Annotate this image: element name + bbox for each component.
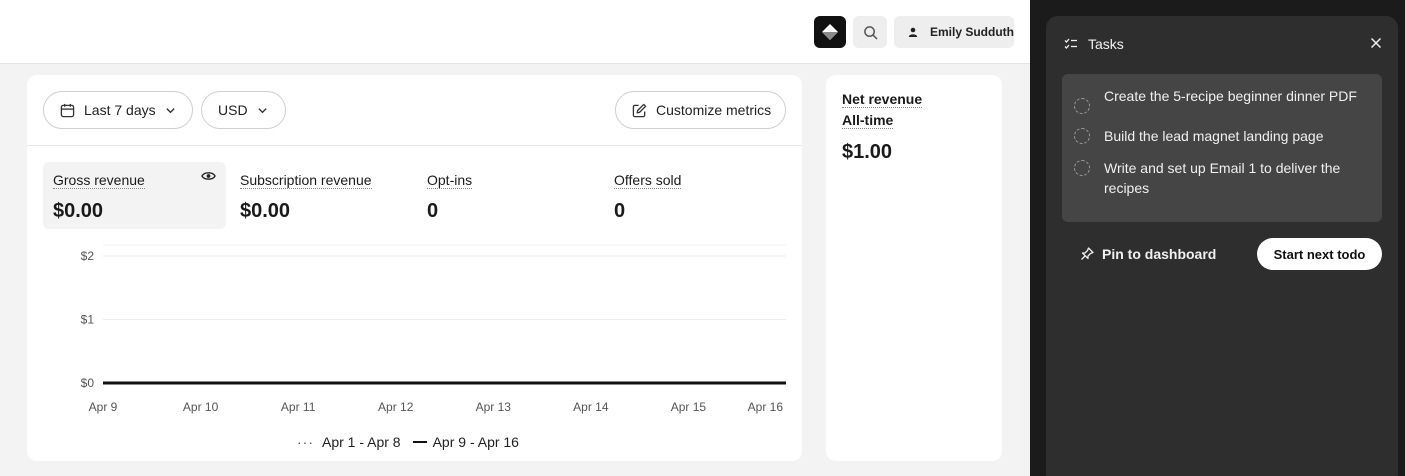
task-item[interactable]: Create the 5-recipe beginner dinner PDF [1062, 86, 1382, 114]
y-tick-label: $1 [81, 313, 95, 327]
legend-solid-marker [412, 441, 427, 443]
task-checkbox[interactable] [1074, 160, 1090, 176]
pin-to-dashboard-button[interactable]: Pin to dashboard [1080, 246, 1216, 262]
logo-icon[interactable] [814, 16, 846, 48]
x-tick-label: Apr 16 [748, 400, 784, 414]
x-tick-label: Apr 11 [281, 400, 316, 414]
revenue-card: Last 7 days USD Customize metrics Gross … [27, 75, 802, 461]
close-icon[interactable] [1370, 36, 1382, 54]
pin-label: Pin to dashboard [1102, 246, 1217, 262]
net-revenue-card: Net revenue All-time $1.00 [826, 75, 1002, 461]
x-tick-label: Apr 10 [183, 400, 219, 414]
y-tick-label: $0 [81, 376, 95, 390]
user-icon [906, 25, 920, 39]
tasks-header: Tasks [1064, 36, 1124, 52]
user-menu-button[interactable]: Emily Sudduth [894, 16, 1014, 48]
task-checkbox[interactable] [1074, 98, 1090, 114]
task-text: Write and set up Email 1 to deliver the … [1104, 160, 1341, 196]
search-button[interactable] [853, 16, 887, 48]
start-next-todo-button[interactable]: Start next todo [1257, 238, 1382, 270]
legend-series-current: Apr 9 - Apr 16 [432, 434, 519, 450]
tasks-panel: Tasks Create the 5-recipe beginner dinne… [1046, 16, 1398, 476]
y-tick-label: $2 [81, 249, 95, 263]
legend-series-previous: Apr 1 - Apr 8 [322, 434, 401, 450]
task-item[interactable]: Build the lead magnet landing page [1062, 126, 1382, 146]
checklist-icon [1064, 38, 1077, 49]
task-text: Build the lead magnet landing page [1104, 128, 1324, 144]
task-item[interactable]: Write and set up Email 1 to deliver the … [1062, 158, 1382, 198]
x-tick-label: Apr 14 [573, 400, 609, 414]
all-time-label: All-time [842, 112, 894, 129]
revenue-chart: $2 $1 $0 Apr 9 Apr 10 Apr 11 Apr 12 Apr 13 Apr 1… [81, 244, 786, 414]
user-name: Emily Sudduth [930, 25, 1014, 39]
x-tick-label: Apr 9 [89, 400, 118, 414]
net-revenue-value: $1.00 [842, 141, 893, 163]
pin-icon [1081, 247, 1094, 260]
task-list: Create the 5-recipe beginner dinner PDF … [1062, 74, 1382, 222]
chart-legend: ··· Apr 1 - Apr 8 Apr 9 - Apr 16 [297, 434, 519, 450]
x-tick-label: Apr 15 [671, 400, 707, 414]
net-revenue-label: Net revenue [842, 91, 923, 108]
task-text: Create the 5-recipe beginner dinner PDF [1104, 88, 1357, 104]
x-tick-label: Apr 12 [378, 400, 414, 414]
x-tick-label: Apr 13 [476, 400, 512, 414]
tasks-title: Tasks [1088, 36, 1124, 52]
top-bar: Emily Sudduth [0, 0, 1030, 64]
legend-dotted-marker: ··· [297, 434, 314, 450]
search-icon [863, 25, 877, 39]
task-checkbox[interactable] [1074, 128, 1090, 144]
